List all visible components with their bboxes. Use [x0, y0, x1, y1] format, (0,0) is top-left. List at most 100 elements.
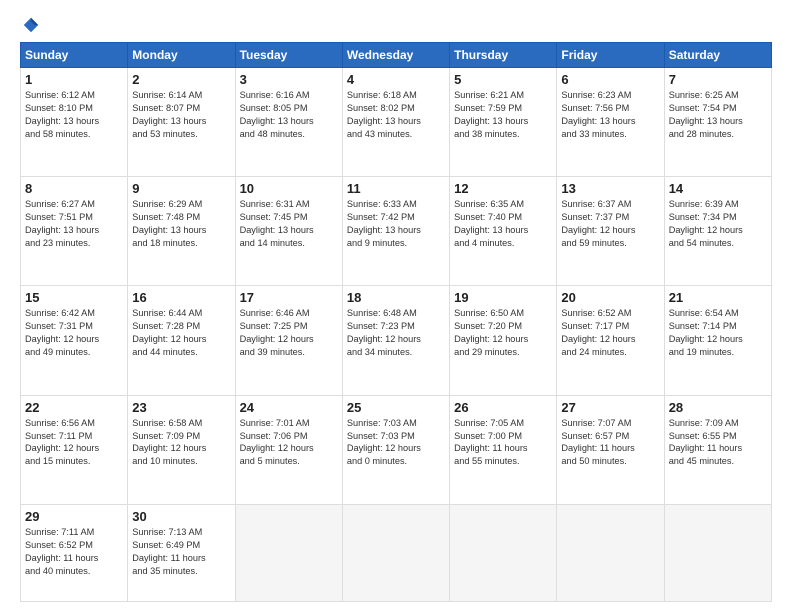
day-info: Sunrise: 6:37 AMSunset: 7:37 PMDaylight:… — [561, 198, 659, 250]
day-info: Sunrise: 6:27 AMSunset: 7:51 PMDaylight:… — [25, 198, 123, 250]
day-number: 28 — [669, 400, 767, 415]
table-row — [235, 504, 342, 601]
table-row — [450, 504, 557, 601]
calendar-week-row: 15 Sunrise: 6:42 AMSunset: 7:31 PMDayligh… — [21, 286, 772, 395]
day-info: Sunrise: 6:21 AMSunset: 7:59 PMDaylight:… — [454, 89, 552, 141]
table-row — [557, 504, 664, 601]
page: Sunday Monday Tuesday Wednesday Thursday… — [0, 0, 792, 612]
table-row: 29 Sunrise: 7:11 AMSunset: 6:52 PMDayligh… — [21, 504, 128, 601]
day-info: Sunrise: 6:31 AMSunset: 7:45 PMDaylight:… — [240, 198, 338, 250]
day-number: 3 — [240, 72, 338, 87]
day-info: Sunrise: 6:48 AMSunset: 7:23 PMDaylight:… — [347, 307, 445, 359]
day-number: 7 — [669, 72, 767, 87]
table-row: 2Sunrise: 6:14 AMSunset: 8:07 PMDaylight… — [128, 68, 235, 177]
table-row: 3 Sunrise: 6:16 AMSunset: 8:05 PMDaylight… — [235, 68, 342, 177]
table-row: 28 Sunrise: 7:09 AMSunset: 6:55 PMDayligh… — [664, 395, 771, 504]
day-info: Sunrise: 7:09 AMSunset: 6:55 PMDaylight:… — [669, 417, 767, 469]
day-info: Sunrise: 6:14 AMSunset: 8:07 PMDaylight:… — [132, 89, 230, 141]
table-row: 15 Sunrise: 6:42 AMSunset: 7:31 PMDayligh… — [21, 286, 128, 395]
day-number: 21 — [669, 290, 767, 305]
table-row: 1 Sunrise: 6:12 AMSunset: 8:10 PMDaylight… — [21, 68, 128, 177]
day-number: 22 — [25, 400, 123, 415]
day-number: 24 — [240, 400, 338, 415]
day-number: 19 — [454, 290, 552, 305]
day-info: Sunrise: 7:07 AMSunset: 6:57 PMDaylight:… — [561, 417, 659, 469]
table-row: 21 Sunrise: 6:54 AMSunset: 7:14 PMDayligh… — [664, 286, 771, 395]
day-number: 6 — [561, 72, 659, 87]
logo — [20, 16, 40, 32]
table-row: 23 Sunrise: 6:58 AMSunset: 7:09 PMDayligh… — [128, 395, 235, 504]
header-sunday: Sunday — [21, 43, 128, 68]
day-number: 14 — [669, 181, 767, 196]
day-number: 1 — [25, 72, 123, 87]
day-number: 10 — [240, 181, 338, 196]
table-row: 22 Sunrise: 6:56 AMSunset: 7:11 PMDayligh… — [21, 395, 128, 504]
table-row: 11 Sunrise: 6:33 AMSunset: 7:42 PMDayligh… — [342, 177, 449, 286]
table-row: 24 Sunrise: 7:01 AMSunset: 7:06 PMDayligh… — [235, 395, 342, 504]
day-info: Sunrise: 6:46 AMSunset: 7:25 PMDaylight:… — [240, 307, 338, 359]
table-row: 5 Sunrise: 6:21 AMSunset: 7:59 PMDaylight… — [450, 68, 557, 177]
day-info: Sunrise: 6:58 AMSunset: 7:09 PMDaylight:… — [132, 417, 230, 469]
table-row: 18 Sunrise: 6:48 AMSunset: 7:23 PMDayligh… — [342, 286, 449, 395]
weekday-header-row: Sunday Monday Tuesday Wednesday Thursday… — [21, 43, 772, 68]
day-info: Sunrise: 6:25 AMSunset: 7:54 PMDaylight:… — [669, 89, 767, 141]
calendar-table: Sunday Monday Tuesday Wednesday Thursday… — [20, 42, 772, 602]
table-row: 6 Sunrise: 6:23 AMSunset: 7:56 PMDaylight… — [557, 68, 664, 177]
day-number: 15 — [25, 290, 123, 305]
day-info: Sunrise: 6:56 AMSunset: 7:11 PMDaylight:… — [25, 417, 123, 469]
table-row: 27 Sunrise: 7:07 AMSunset: 6:57 PMDayligh… — [557, 395, 664, 504]
table-row: 20 Sunrise: 6:52 AMSunset: 7:17 PMDayligh… — [557, 286, 664, 395]
header — [20, 16, 772, 32]
header-wednesday: Wednesday — [342, 43, 449, 68]
table-row: 30Sunrise: 7:13 AMSunset: 6:49 PMDayligh… — [128, 504, 235, 601]
day-number: 23 — [132, 400, 230, 415]
day-info: Sunrise: 6:50 AMSunset: 7:20 PMDaylight:… — [454, 307, 552, 359]
day-number: 9 — [132, 181, 230, 196]
table-row: 12 Sunrise: 6:35 AMSunset: 7:40 PMDayligh… — [450, 177, 557, 286]
table-row: 4Sunrise: 6:18 AMSunset: 8:02 PMDaylight… — [342, 68, 449, 177]
day-info: Sunrise: 6:42 AMSunset: 7:31 PMDaylight:… — [25, 307, 123, 359]
table-row: 13Sunrise: 6:37 AMSunset: 7:37 PMDayligh… — [557, 177, 664, 286]
calendar-week-row: 1 Sunrise: 6:12 AMSunset: 8:10 PMDaylight… — [21, 68, 772, 177]
day-number: 18 — [347, 290, 445, 305]
table-row: 8 Sunrise: 6:27 AMSunset: 7:51 PMDaylight… — [21, 177, 128, 286]
day-info: Sunrise: 6:39 AMSunset: 7:34 PMDaylight:… — [669, 198, 767, 250]
day-info: Sunrise: 6:29 AMSunset: 7:48 PMDaylight:… — [132, 198, 230, 250]
day-number: 20 — [561, 290, 659, 305]
day-number: 27 — [561, 400, 659, 415]
header-thursday: Thursday — [450, 43, 557, 68]
table-row: 19 Sunrise: 6:50 AMSunset: 7:20 PMDayligh… — [450, 286, 557, 395]
header-saturday: Saturday — [664, 43, 771, 68]
day-number: 30 — [132, 509, 230, 524]
header-friday: Friday — [557, 43, 664, 68]
table-row: 7 Sunrise: 6:25 AMSunset: 7:54 PMDaylight… — [664, 68, 771, 177]
day-info: Sunrise: 6:54 AMSunset: 7:14 PMDaylight:… — [669, 307, 767, 359]
table-row: 16Sunrise: 6:44 AMSunset: 7:28 PMDayligh… — [128, 286, 235, 395]
day-info: Sunrise: 7:11 AMSunset: 6:52 PMDaylight:… — [25, 526, 123, 578]
table-row: 10 Sunrise: 6:31 AMSunset: 7:45 PMDayligh… — [235, 177, 342, 286]
day-info: Sunrise: 6:44 AMSunset: 7:28 PMDaylight:… — [132, 307, 230, 359]
day-info: Sunrise: 7:01 AMSunset: 7:06 PMDaylight:… — [240, 417, 338, 469]
day-number: 17 — [240, 290, 338, 305]
table-row — [342, 504, 449, 601]
day-info: Sunrise: 6:12 AMSunset: 8:10 PMDaylight:… — [25, 89, 123, 141]
day-info: Sunrise: 7:05 AMSunset: 7:00 PMDaylight:… — [454, 417, 552, 469]
day-number: 11 — [347, 181, 445, 196]
day-info: Sunrise: 6:35 AMSunset: 7:40 PMDaylight:… — [454, 198, 552, 250]
day-info: Sunrise: 6:52 AMSunset: 7:17 PMDaylight:… — [561, 307, 659, 359]
day-info: Sunrise: 7:03 AMSunset: 7:03 PMDaylight:… — [347, 417, 445, 469]
day-info: Sunrise: 6:23 AMSunset: 7:56 PMDaylight:… — [561, 89, 659, 141]
day-number: 5 — [454, 72, 552, 87]
day-number: 25 — [347, 400, 445, 415]
day-info: Sunrise: 6:33 AMSunset: 7:42 PMDaylight:… — [347, 198, 445, 250]
calendar-week-row: 22 Sunrise: 6:56 AMSunset: 7:11 PMDayligh… — [21, 395, 772, 504]
calendar-week-row: 8 Sunrise: 6:27 AMSunset: 7:51 PMDaylight… — [21, 177, 772, 286]
table-row: 26 Sunrise: 7:05 AMSunset: 7:00 PMDayligh… — [450, 395, 557, 504]
day-number: 26 — [454, 400, 552, 415]
day-number: 29 — [25, 509, 123, 524]
table-row: 9 Sunrise: 6:29 AMSunset: 7:48 PMDaylight… — [128, 177, 235, 286]
day-number: 12 — [454, 181, 552, 196]
day-info: Sunrise: 6:16 AMSunset: 8:05 PMDaylight:… — [240, 89, 338, 141]
day-number: 8 — [25, 181, 123, 196]
table-row: 14 Sunrise: 6:39 AMSunset: 7:34 PMDayligh… — [664, 177, 771, 286]
